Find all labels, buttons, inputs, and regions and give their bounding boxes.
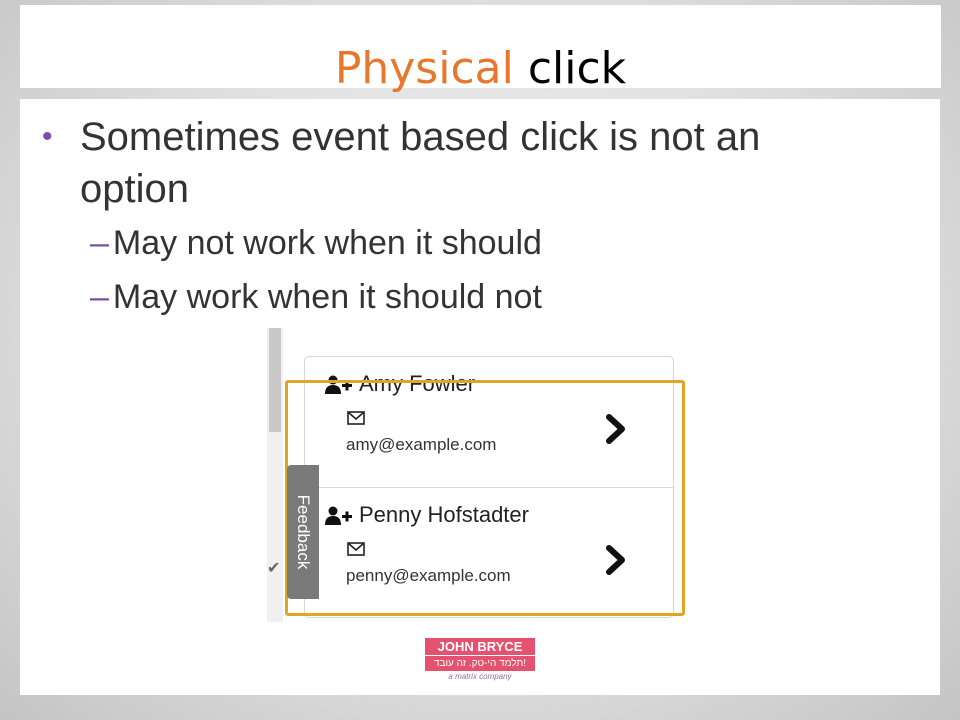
chevron-right-icon[interactable] [605, 413, 627, 445]
mail-icon [347, 411, 365, 425]
sub-bullet-marker: – [90, 278, 109, 316]
sub-bullet-2-text: May work when it should not [112, 278, 542, 316]
main-bullet: • Sometimes event based click is not an … [42, 111, 862, 215]
feedback-tab[interactable]: Feedback [287, 465, 319, 599]
slide-title: Physical click [20, 39, 941, 99]
embedded-screenshot: ✔ Amy Fowler amy@example.com Penny Hofst… [267, 328, 707, 622]
logo-line-1: JOHN BRYCE [425, 638, 535, 655]
contact-name: Amy Fowler [359, 371, 476, 396]
add-user-icon [325, 506, 352, 526]
add-user-icon [325, 375, 352, 395]
sub-bullet-marker: – [90, 224, 109, 262]
slide-content: • Sometimes event based click is not an … [20, 99, 940, 695]
title-bar: Physical click [20, 5, 941, 94]
logo-line-3: a matrix company [448, 672, 512, 681]
contact-name: Penny Hofstadter [359, 502, 529, 527]
sub-bullet-1-text: May not work when it should [112, 224, 542, 262]
contact-item[interactable]: Penny Hofstadter penny@example.com [305, 487, 673, 618]
check-icon: ✔ [267, 560, 281, 577]
sub-bullet-1: – May not work when it should [90, 223, 542, 263]
sub-bullet-2: – May work when it should not [90, 277, 542, 317]
scrollbar-thumb[interactable] [269, 328, 281, 432]
contact-name-row: Amy Fowler [325, 371, 475, 397]
contact-list: Amy Fowler amy@example.com Penny Hofstad… [304, 356, 674, 618]
main-bullet-text: Sometimes event based click is not an op… [80, 115, 761, 211]
logo-line-2: תלמד הי-טק. זה עובד! [425, 655, 535, 671]
slide-title-accent: Physical [334, 43, 514, 94]
company-logo: JOHN BRYCE תלמד הי-טק. זה עובד! a matrix… [425, 638, 535, 683]
feedback-label: Feedback [294, 494, 313, 570]
slide-title-rest: click [527, 43, 627, 94]
chevron-right-icon[interactable] [605, 544, 627, 576]
bullet-marker: • [42, 120, 53, 153]
contact-item[interactable]: Amy Fowler amy@example.com [305, 357, 673, 487]
contact-email: penny@example.com [346, 566, 511, 585]
contact-email: amy@example.com [346, 435, 497, 454]
mail-icon [347, 542, 365, 556]
contact-name-row: Penny Hofstadter [325, 502, 529, 528]
